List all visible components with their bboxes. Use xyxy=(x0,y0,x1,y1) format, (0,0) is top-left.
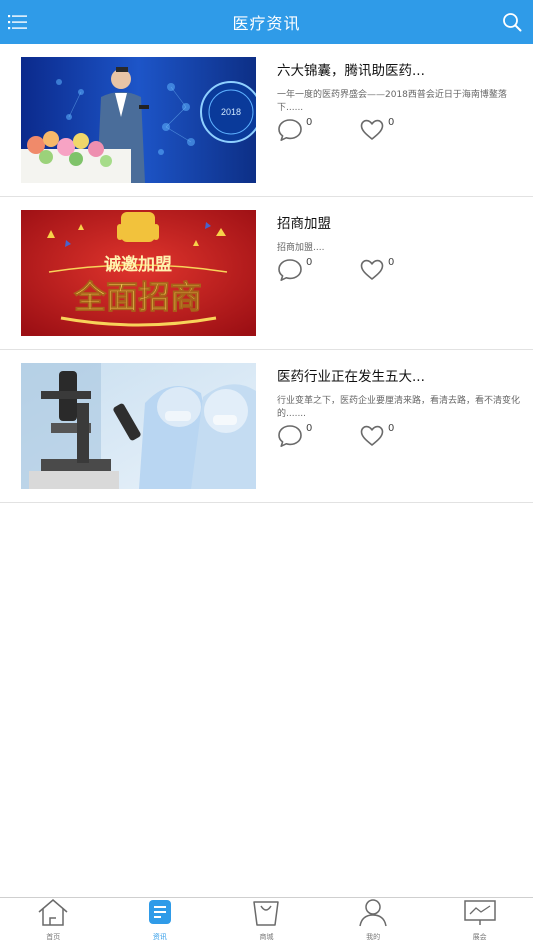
article-stats: 0 0 xyxy=(277,257,441,287)
article-description: 一年一度的医药界盛会——2018西普会近日于海南博鳌落下...... xyxy=(277,90,507,113)
article-description: 招商加盟.... xyxy=(277,243,325,253)
article-info: 招商加盟 招商加盟.... xyxy=(277,214,522,255)
tab-mall[interactable]: 商城 xyxy=(213,898,320,947)
like-count: 0 xyxy=(388,117,395,128)
article-title[interactable]: 医药行业正在发生五大... xyxy=(277,367,522,387)
like-count: 0 xyxy=(388,257,395,268)
heart-icon xyxy=(359,117,385,147)
article-item[interactable]: 2018 六大锦囊，腾讯助医药... 一年一度的医药界盛会——2018西普会近日… xyxy=(0,44,533,197)
tab-home[interactable]: 首页 xyxy=(0,898,107,947)
tab-label: 商城 xyxy=(259,933,274,941)
article-thumbnail xyxy=(21,363,256,489)
news-icon xyxy=(143,897,177,931)
article-title[interactable]: 六大锦囊，腾讯助医药... xyxy=(277,61,522,81)
tab-label: 展会 xyxy=(472,933,487,941)
tab-mine[interactable]: 我的 xyxy=(320,898,427,947)
comment-button[interactable]: 0 xyxy=(277,257,359,287)
comment-count: 0 xyxy=(306,257,313,268)
article-list: 2018 六大锦囊，腾讯助医药... 一年一度的医药界盛会——2018西普会近日… xyxy=(0,44,533,503)
home-icon xyxy=(36,897,70,931)
app-header: 医疗资讯 xyxy=(0,0,533,44)
heart-icon xyxy=(359,423,385,453)
article-item[interactable]: 诚邀加盟 全面招商 招商加盟 招商加盟.... 0 0 xyxy=(0,197,533,350)
tab-label: 首页 xyxy=(46,933,61,941)
article-item[interactable]: 医药行业正在发生五大... 行业变革之下，医药企业要厘清来路，看清去路，看不清变… xyxy=(0,350,533,503)
comment-button[interactable]: 0 xyxy=(277,117,359,147)
like-button[interactable]: 0 xyxy=(359,423,441,453)
comment-button[interactable]: 0 xyxy=(277,423,359,453)
user-icon xyxy=(356,897,390,931)
thumb-banner-main: 全面招商 xyxy=(73,278,202,316)
list-menu-icon[interactable] xyxy=(6,10,30,34)
tab-label: 资讯 xyxy=(152,933,167,941)
article-thumbnail: 2018 xyxy=(21,57,256,183)
article-stats: 0 0 xyxy=(277,117,441,147)
shopping-bag-icon xyxy=(249,897,283,931)
comment-icon xyxy=(277,257,303,287)
tab-exhibition[interactable]: 展会 xyxy=(426,898,533,947)
tab-label: 我的 xyxy=(366,933,381,941)
like-button[interactable]: 0 xyxy=(359,117,441,147)
comment-icon xyxy=(277,117,303,147)
article-title[interactable]: 招商加盟 xyxy=(277,214,522,234)
article-stats: 0 0 xyxy=(277,423,441,453)
heart-icon xyxy=(359,257,385,287)
article-thumbnail: 诚邀加盟 全面招商 xyxy=(21,210,256,336)
comment-count: 0 xyxy=(306,423,313,434)
exhibition-screen-icon xyxy=(463,897,497,931)
article-description: 行业变革之下，医药企业要厘清来路，看清去路，看不清变化的....... xyxy=(277,396,521,419)
search-icon[interactable] xyxy=(501,11,523,33)
page-title: 医疗资讯 xyxy=(232,14,301,33)
thumb-year-text: 2018 xyxy=(221,107,241,117)
article-info: 六大锦囊，腾讯助医药... 一年一度的医药界盛会——2018西普会近日于海南博鳌… xyxy=(277,61,522,115)
like-count: 0 xyxy=(388,423,395,434)
thumb-banner-top: 诚邀加盟 xyxy=(104,254,172,275)
tab-news[interactable]: 资讯 xyxy=(107,898,214,947)
like-button[interactable]: 0 xyxy=(359,257,441,287)
bottom-tab-bar: 首页 资讯 商城 我的 展会 xyxy=(0,897,533,947)
comment-icon xyxy=(277,423,303,453)
article-info: 医药行业正在发生五大... 行业变革之下，医药企业要厘清来路，看清去路，看不清变… xyxy=(277,367,522,421)
comment-count: 0 xyxy=(306,117,313,128)
